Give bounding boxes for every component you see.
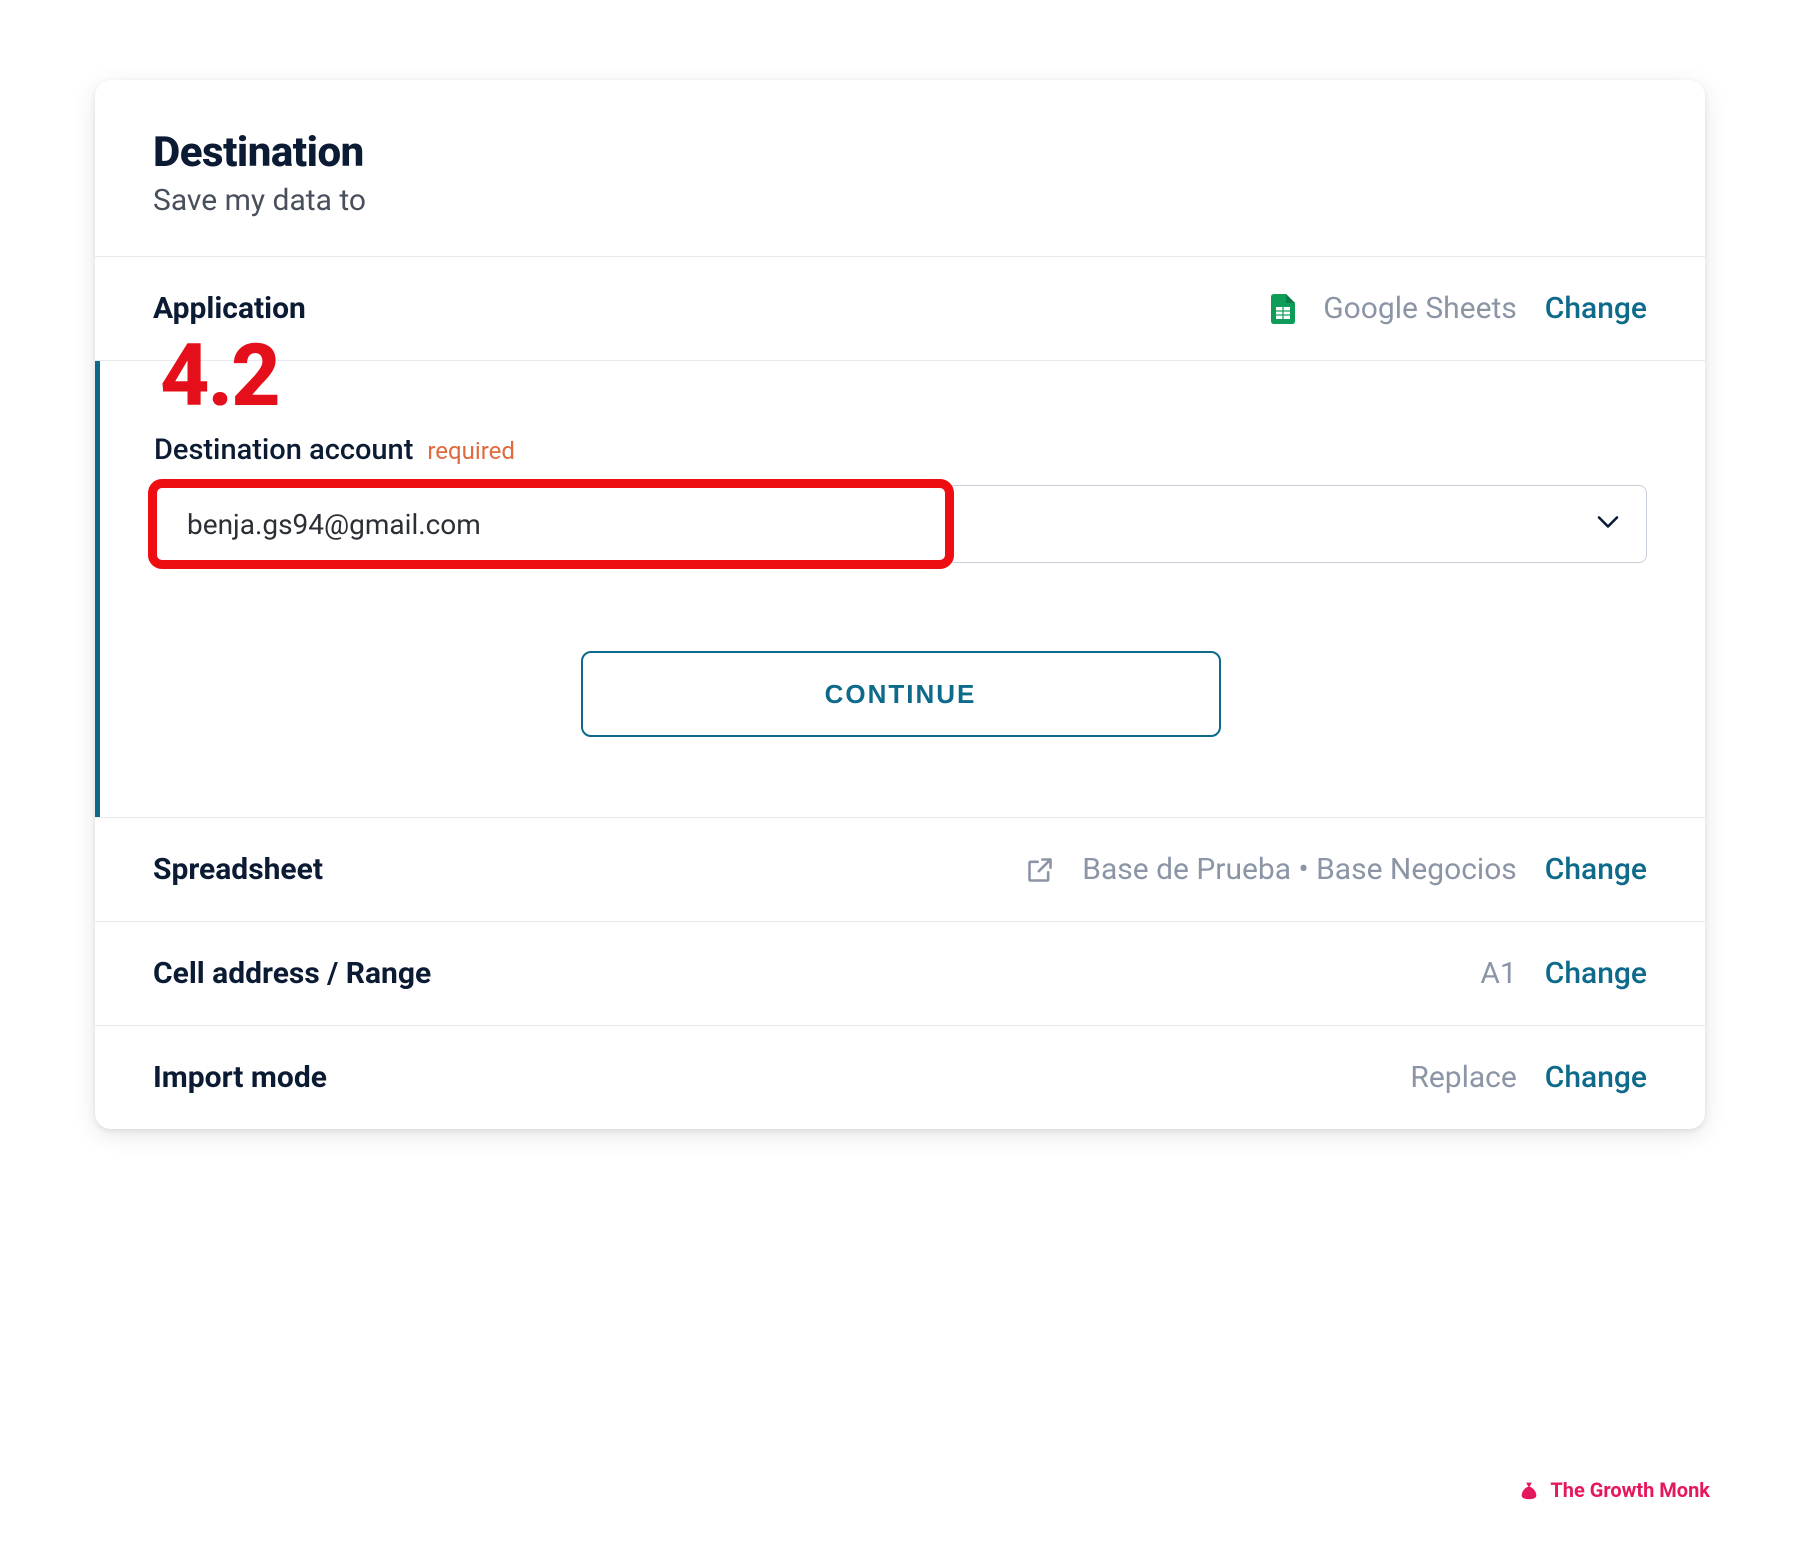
account-select-wrap: benja.gs94@gmail.com bbox=[154, 485, 1647, 563]
application-value: Google Sheets bbox=[1323, 291, 1517, 326]
account-label-row: Destination account required bbox=[154, 361, 1647, 467]
card-header: Destination Save my data to bbox=[95, 80, 1705, 256]
spreadsheet-value: Base de Prueba • Base Negocios bbox=[1082, 852, 1517, 887]
row-application: Application Google Sheets Change bbox=[95, 257, 1705, 360]
money-bag-icon bbox=[1518, 1479, 1540, 1501]
cell-range-change-link[interactable]: Change bbox=[1545, 956, 1647, 991]
watermark-label: The Growth Monk bbox=[1550, 1478, 1710, 1502]
annotation-step-number: 4.2 bbox=[160, 333, 279, 419]
row-cell-range: Cell address / Range A1 Change bbox=[95, 922, 1705, 1025]
import-mode-value: Replace bbox=[1410, 1060, 1516, 1095]
spreadsheet-change-link[interactable]: Change bbox=[1545, 852, 1647, 887]
application-change-link[interactable]: Change bbox=[1545, 291, 1647, 326]
cell-range-right: A1 Change bbox=[1480, 956, 1647, 991]
row-import-mode: Import mode Replace Change bbox=[95, 1026, 1705, 1129]
cell-range-value: A1 bbox=[1480, 956, 1516, 991]
row-spreadsheet: Spreadsheet Base de Prueba • Base Negoci… bbox=[95, 818, 1705, 921]
import-mode-change-link[interactable]: Change bbox=[1545, 1060, 1647, 1095]
account-selected-value: benja.gs94@gmail.com bbox=[187, 508, 481, 541]
cell-range-label: Cell address / Range bbox=[153, 956, 431, 991]
application-label: Application bbox=[153, 291, 306, 326]
chevron-down-icon bbox=[1597, 515, 1619, 534]
required-tag: required bbox=[427, 437, 515, 465]
destination-card: Destination Save my data to Application … bbox=[95, 80, 1705, 1129]
import-mode-label: Import mode bbox=[153, 1060, 327, 1095]
card-title: Destination bbox=[153, 128, 1647, 177]
continue-button[interactable]: CONTINUE bbox=[581, 651, 1221, 737]
application-right: Google Sheets Change bbox=[1271, 291, 1647, 326]
account-label: Destination account bbox=[154, 433, 413, 467]
account-select[interactable]: benja.gs94@gmail.com bbox=[154, 485, 1647, 563]
spreadsheet-label: Spreadsheet bbox=[153, 852, 323, 887]
import-mode-right: Replace Change bbox=[1410, 1060, 1647, 1095]
watermark: The Growth Monk bbox=[1518, 1478, 1710, 1502]
card-subtitle: Save my data to bbox=[153, 183, 1647, 218]
destination-account-section: 4.2 Destination account required benja.g… bbox=[95, 361, 1705, 817]
google-sheets-icon bbox=[1271, 294, 1295, 324]
continue-wrap: CONTINUE bbox=[154, 651, 1647, 737]
external-link-icon[interactable] bbox=[1026, 856, 1054, 884]
spreadsheet-right: Base de Prueba • Base Negocios Change bbox=[1026, 852, 1647, 887]
